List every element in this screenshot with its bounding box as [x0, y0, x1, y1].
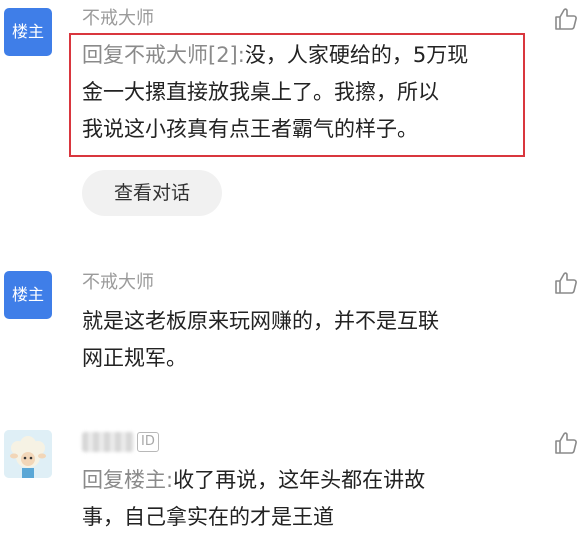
comment-text: 就是这老板原来玩网赚的，并不是互联 网正规军。 [82, 303, 439, 377]
comment-line: 网正规军。 [82, 346, 187, 370]
comment-line: 就是这老板原来玩网赚的，并不是互联 [82, 309, 439, 333]
avatar-louzhu[interactable]: 楼主 [4, 271, 52, 319]
thumbs-up-icon[interactable] [553, 430, 579, 456]
id-badge: ID [137, 432, 159, 452]
comment-line-rest: 没，人家硬给的，5万现 [244, 43, 469, 67]
avatar-louzhu[interactable]: 楼主 [4, 8, 52, 56]
thumbs-up-icon[interactable] [553, 270, 579, 296]
comment-line-rest: 收了再说，这年头都在讲故 [173, 468, 426, 492]
comment-line: 回复不戒大师[2]:没，人家硬给的，5万现 [82, 37, 468, 74]
comment-username[interactable]: 不戒大师 [82, 272, 154, 294]
comment-line: 我说这小孩真有点王者霸气的样子。 [82, 117, 418, 141]
comment-line: 回复楼主:收了再说，这年头都在讲故 [82, 462, 425, 499]
comment-text: 回复不戒大师[2]:没，人家硬给的，5万现 金一大摞直接放我桌上了。我擦，所以 … [82, 37, 468, 148]
comment-text: 回复楼主:收了再说，这年头都在讲故 事，自己拿实在的才是王道 [82, 462, 425, 536]
comment-thread: 楼主 不戒大师 回复不戒大师[2]:没，人家硬给的，5万现 金一大摞直接放我桌上… [0, 0, 585, 541]
comment-line: 事，自己拿实在的才是王道 [82, 505, 334, 529]
reply-prefix: 回复不戒大师[2]: [82, 43, 245, 67]
view-dialog-button[interactable]: 查看对话 [82, 170, 222, 216]
reply-prefix: 回复楼主: [82, 468, 174, 492]
blurred-username[interactable] [82, 432, 134, 452]
thumbs-up-icon[interactable] [553, 6, 579, 32]
comment-line: 金一大摞直接放我桌上了。我擦，所以 [82, 80, 439, 104]
sheep-avatar-icon[interactable] [4, 430, 52, 478]
comment-username[interactable]: 不戒大师 [82, 8, 154, 30]
